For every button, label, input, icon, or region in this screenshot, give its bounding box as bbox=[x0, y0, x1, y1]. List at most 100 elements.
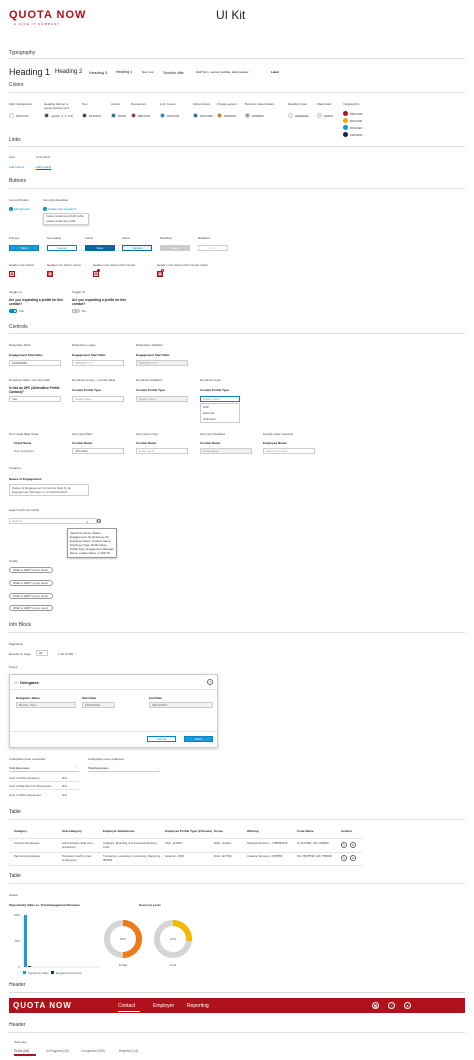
dropdown-filled[interactable]: Yes bbox=[9, 396, 61, 402]
edit-icon[interactable]: ✎ bbox=[341, 855, 347, 861]
header-logo: QUOTA NOW bbox=[13, 1001, 72, 1010]
table-header-cell[interactable]: Code Name bbox=[297, 829, 339, 833]
datepicker-empty[interactable]: MM/DD/YYYY bbox=[72, 360, 124, 366]
color-hex: #999999 bbox=[252, 114, 264, 118]
save-button-disabled[interactable]: Save bbox=[160, 245, 190, 251]
tooltip-pill[interactable]: What is GBF? (upon view) bbox=[9, 605, 53, 611]
bar bbox=[24, 915, 27, 967]
grid-icon[interactable]: ▦ bbox=[372, 1002, 379, 1009]
section-buttons: Buttons bbox=[9, 178, 26, 184]
cancel-button-disabled[interactable]: Cancel bbox=[198, 245, 228, 251]
per-page-select[interactable]: 20 bbox=[36, 650, 48, 656]
section-title-sample: Section title bbox=[163, 70, 184, 75]
collapsible-header-expanded[interactable]: Total Expenses ⌃ bbox=[9, 766, 79, 772]
color-swatch bbox=[131, 113, 136, 118]
dropdown-open[interactable]: Select value bbox=[200, 396, 240, 402]
header-icon-counter-active-label: Header icon button with counter active bbox=[157, 263, 209, 267]
grid-icon-active[interactable]: ▦ bbox=[47, 271, 53, 277]
disabled-label-2: Disabled bbox=[198, 236, 210, 240]
infographic-hex: #FFA500 bbox=[350, 119, 363, 123]
chevron-left-icon[interactable]: ‹ bbox=[54, 651, 55, 655]
expense-row-value: N/A bbox=[62, 784, 68, 788]
nav-contact[interactable]: Contact bbox=[118, 1003, 135, 1009]
tab-to-do[interactable]: To Do (44) bbox=[14, 1049, 29, 1053]
color-name: Main background bbox=[9, 102, 33, 106]
table-header-cell[interactable]: Actions bbox=[341, 829, 361, 833]
table-header-cell[interactable]: Sub-Category bbox=[62, 829, 102, 833]
text-input-empty[interactable]: Enter value bbox=[136, 448, 188, 454]
table-header-cell[interactable]: Offering bbox=[247, 829, 295, 833]
add-project-link-hover[interactable]: Add project bbox=[36, 165, 51, 169]
help-icon[interactable]: ? bbox=[388, 1002, 395, 1009]
create-contact-dropdown[interactable]: + Create new contact ▾ bbox=[43, 207, 76, 212]
expense-row-value: N/A bbox=[62, 776, 68, 780]
app-header-bar: QUOTA NOW Contact Employer Reporting ▦ ?… bbox=[9, 998, 465, 1013]
color-swatch bbox=[217, 113, 222, 118]
table-header-cell[interactable]: Employee Profile Type (if known) bbox=[165, 829, 213, 833]
start-date-input[interactable]: 12/09/2019 bbox=[82, 702, 115, 708]
people-picker-label: People picker required bbox=[263, 432, 294, 436]
infographic-swatch bbox=[343, 111, 348, 116]
tab-in-progress[interactable]: In Progress (33) bbox=[46, 1049, 69, 1053]
delete-icon[interactable]: ⊘ bbox=[350, 842, 356, 848]
cancel-button-secondary[interactable]: Cancel bbox=[47, 245, 77, 251]
chevron-right-icon[interactable]: › bbox=[75, 651, 76, 655]
close-icon[interactable]: × bbox=[207, 679, 213, 685]
tab-rejected[interactable]: Rejected (14) bbox=[119, 1049, 138, 1053]
nav-reporting[interactable]: Reporting bbox=[187, 1003, 209, 1009]
toggle-switch-on[interactable] bbox=[9, 309, 17, 313]
search-icon[interactable]: ⌕ bbox=[86, 519, 88, 524]
icon-left-label: Icon-left button bbox=[9, 198, 29, 202]
table-header-cell[interactable]: Group bbox=[214, 829, 246, 833]
add-product-label: Add product bbox=[13, 207, 30, 211]
dropdown-disabled[interactable]: Select value bbox=[136, 396, 188, 402]
tooltip-pill[interactable]: What is GBF? (upon view) bbox=[9, 580, 53, 586]
datepicker-filled[interactable]: 12/09/2019 bbox=[9, 360, 61, 366]
dropdown-empty[interactable]: Select value bbox=[72, 396, 124, 402]
color-name: Red accent bbox=[131, 102, 147, 106]
add-project-link[interactable]: Add project bbox=[9, 165, 24, 169]
people-picker-input[interactable]: Search by name bbox=[263, 448, 315, 454]
search-input[interactable]: Search bbox=[9, 518, 97, 524]
add-product-button[interactable]: + Add product bbox=[9, 207, 30, 212]
secondary-label: Secondary bbox=[47, 236, 62, 240]
color-hex: #007AB8 bbox=[200, 114, 213, 118]
text-input-filled[interactable]: John Doe bbox=[72, 448, 124, 454]
user-icon[interactable]: ● bbox=[404, 1002, 411, 1009]
menu-item[interactable]: Create contact w/o profile bbox=[44, 219, 88, 224]
total-expenses: Total Expenses bbox=[9, 766, 30, 770]
primary-label: Primary bbox=[9, 236, 20, 240]
col-end: End Date bbox=[149, 696, 163, 700]
color-name: Disabled input bbox=[288, 102, 308, 106]
section-header: Header bbox=[9, 982, 26, 988]
tooltip-pill[interactable]: What is GBF? (upon view) bbox=[9, 593, 53, 599]
nav-employer[interactable]: Employer bbox=[153, 1003, 174, 1009]
collapsible-header-collapsed[interactable]: Total Expenses ⌄ bbox=[88, 766, 160, 772]
header-icon-counter-label: Header icon button with counter bbox=[93, 263, 136, 267]
delete-icon[interactable]: ⊘ bbox=[350, 855, 356, 861]
table-header-cell[interactable]: Employer Subdivision bbox=[103, 829, 163, 833]
dropdown-option[interactable]: Unknown bbox=[201, 416, 239, 422]
cancel-button-active[interactable]: Cancel bbox=[122, 245, 152, 251]
cancel-button[interactable]: Cancel bbox=[147, 736, 176, 742]
text-input-disabled[interactable]: Enter value bbox=[200, 448, 252, 454]
info-icon[interactable]: i bbox=[97, 519, 101, 523]
edit-icon[interactable]: ✎ bbox=[341, 842, 347, 848]
search-tooltip-label: Search with info tooltip bbox=[9, 508, 40, 512]
save-button-primary[interactable]: Save bbox=[9, 245, 39, 251]
tooltip-pill[interactable]: What is GBF? (upon view) bbox=[9, 567, 53, 573]
nature-textarea[interactable]: Nature of Engagement should be filled by… bbox=[9, 484, 89, 496]
delegate-input[interactable]: Brooke, Tony bbox=[16, 702, 76, 708]
contact-name-label-3: Contact Name bbox=[200, 441, 221, 445]
grid-icon[interactable]: ▦ bbox=[9, 271, 15, 277]
divider bbox=[9, 146, 465, 147]
divider bbox=[9, 992, 465, 993]
tab-completed[interactable]: Completed (155) bbox=[81, 1049, 105, 1053]
toggle-question: Are you requesting a profile for this co… bbox=[9, 298, 64, 306]
save-button-active[interactable]: Save bbox=[85, 245, 115, 251]
datepicker-disabled[interactable]: MM/DD/YYYY bbox=[136, 360, 188, 366]
end-date-input[interactable]: 09/12/2019 bbox=[149, 702, 213, 708]
toggle-switch-off[interactable] bbox=[72, 309, 80, 313]
table-header-cell[interactable]: Category bbox=[14, 829, 60, 833]
save-button[interactable]: Save bbox=[184, 736, 213, 742]
